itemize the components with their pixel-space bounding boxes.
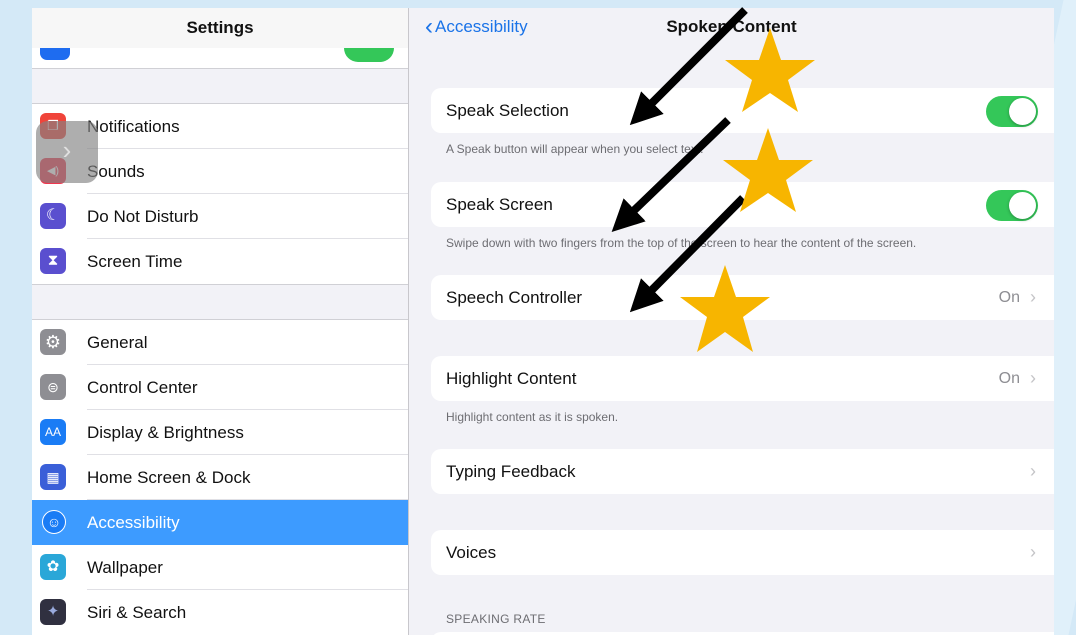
arrow-speak-screen	[611, 117, 731, 232]
star-icon	[680, 265, 770, 352]
annotation-overlay	[611, 7, 815, 352]
star-icon	[725, 28, 815, 112]
